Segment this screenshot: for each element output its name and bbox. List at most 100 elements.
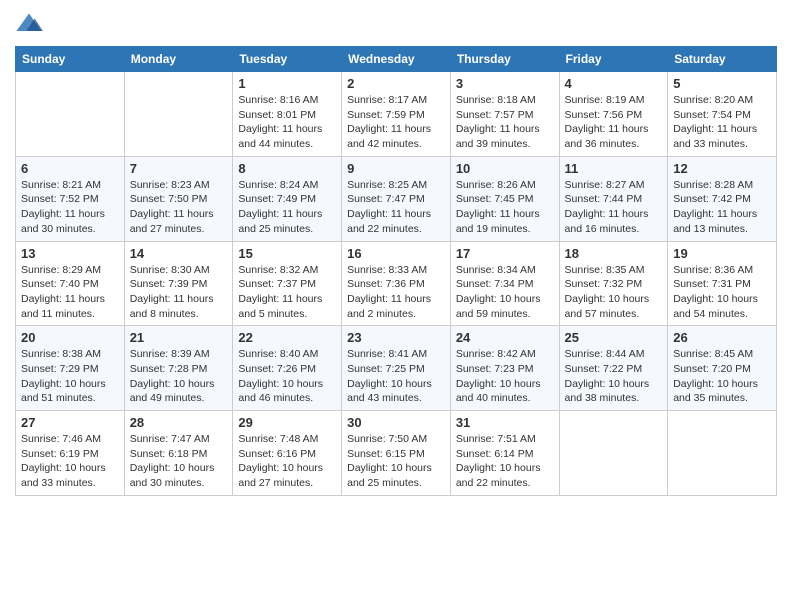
day-info: Sunrise: 8:39 AM Sunset: 7:28 PM Dayligh…: [130, 347, 228, 406]
day-info: Sunrise: 8:16 AM Sunset: 8:01 PM Dayligh…: [238, 93, 336, 152]
calendar-table: SundayMondayTuesdayWednesdayThursdayFrid…: [15, 46, 777, 496]
day-number: 10: [456, 161, 554, 176]
calendar-week-1: 1 Sunrise: 8:16 AM Sunset: 8:01 PM Daylig…: [16, 72, 777, 157]
day-info: Sunrise: 8:40 AM Sunset: 7:26 PM Dayligh…: [238, 347, 336, 406]
day-info: Sunrise: 8:45 AM Sunset: 7:20 PM Dayligh…: [673, 347, 771, 406]
calendar-cell: 2 Sunrise: 8:17 AM Sunset: 7:59 PM Daylig…: [342, 72, 451, 157]
calendar-cell: 12Sunrise: 8:28 AM Sunset: 7:42 PM Dayli…: [668, 156, 777, 241]
day-number: 7: [130, 161, 228, 176]
day-number: 9: [347, 161, 445, 176]
calendar-cell: [559, 411, 668, 496]
day-number: 3: [456, 76, 554, 91]
day-number: 31: [456, 415, 554, 430]
calendar-cell: 5 Sunrise: 8:20 AM Sunset: 7:54 PM Daylig…: [668, 72, 777, 157]
calendar-cell: 19 Sunrise: 8:36 AM Sunset: 7:31 PM Dayli…: [668, 241, 777, 326]
day-info: Sunrise: 8:19 AM Sunset: 7:56 PM Dayligh…: [565, 93, 663, 152]
day-number: 17: [456, 246, 554, 261]
calendar-cell: 8Sunrise: 8:24 AM Sunset: 7:49 PM Daylig…: [233, 156, 342, 241]
calendar-cell: 15 Sunrise: 8:32 AM Sunset: 7:37 PM Dayli…: [233, 241, 342, 326]
day-number: 1: [238, 76, 336, 91]
calendar-cell: 26 Sunrise: 8:45 AM Sunset: 7:20 PM Dayli…: [668, 326, 777, 411]
calendar-cell: [668, 411, 777, 496]
day-number: 15: [238, 246, 336, 261]
calendar-cell: 20 Sunrise: 8:38 AM Sunset: 7:29 PM Dayli…: [16, 326, 125, 411]
day-info: Sunrise: 8:44 AM Sunset: 7:22 PM Dayligh…: [565, 347, 663, 406]
day-info: Sunrise: 8:25 AM Sunset: 7:47 PM Dayligh…: [347, 178, 445, 237]
day-info: Sunrise: 8:17 AM Sunset: 7:59 PM Dayligh…: [347, 93, 445, 152]
day-number: 13: [21, 246, 119, 261]
day-info: Sunrise: 7:50 AM Sunset: 6:15 PM Dayligh…: [347, 432, 445, 491]
calendar-cell: 18 Sunrise: 8:35 AM Sunset: 7:32 PM Dayli…: [559, 241, 668, 326]
calendar-cell: 11 Sunrise: 8:27 AM Sunset: 7:44 PM Dayli…: [559, 156, 668, 241]
calendar-week-2: 6Sunrise: 8:21 AM Sunset: 7:52 PM Daylig…: [16, 156, 777, 241]
calendar-cell: 27 Sunrise: 7:46 AM Sunset: 6:19 PM Dayli…: [16, 411, 125, 496]
day-number: 28: [130, 415, 228, 430]
day-info: Sunrise: 7:48 AM Sunset: 6:16 PM Dayligh…: [238, 432, 336, 491]
calendar-cell: 4 Sunrise: 8:19 AM Sunset: 7:56 PM Daylig…: [559, 72, 668, 157]
day-header-tuesday: Tuesday: [233, 47, 342, 72]
calendar-cell: 13 Sunrise: 8:29 AM Sunset: 7:40 PM Dayli…: [16, 241, 125, 326]
calendar-cell: [124, 72, 233, 157]
day-number: 8: [238, 161, 336, 176]
day-number: 18: [565, 246, 663, 261]
day-number: 2: [347, 76, 445, 91]
day-number: 21: [130, 330, 228, 345]
calendar-cell: 10 Sunrise: 8:26 AM Sunset: 7:45 PM Dayli…: [450, 156, 559, 241]
calendar-cell: 31Sunrise: 7:51 AM Sunset: 6:14 PM Dayli…: [450, 411, 559, 496]
day-info: Sunrise: 8:20 AM Sunset: 7:54 PM Dayligh…: [673, 93, 771, 152]
day-header-thursday: Thursday: [450, 47, 559, 72]
calendar-cell: 25 Sunrise: 8:44 AM Sunset: 7:22 PM Dayli…: [559, 326, 668, 411]
day-number: 19: [673, 246, 771, 261]
day-number: 5: [673, 76, 771, 91]
day-number: 20: [21, 330, 119, 345]
day-info: Sunrise: 8:29 AM Sunset: 7:40 PM Dayligh…: [21, 263, 119, 322]
day-info: Sunrise: 8:41 AM Sunset: 7:25 PM Dayligh…: [347, 347, 445, 406]
calendar-cell: 29Sunrise: 7:48 AM Sunset: 6:16 PM Dayli…: [233, 411, 342, 496]
day-number: 11: [565, 161, 663, 176]
logo: [15, 10, 47, 38]
calendar-cell: 1 Sunrise: 8:16 AM Sunset: 8:01 PM Daylig…: [233, 72, 342, 157]
calendar-cell: 30Sunrise: 7:50 AM Sunset: 6:15 PM Dayli…: [342, 411, 451, 496]
calendar-header: SundayMondayTuesdayWednesdayThursdayFrid…: [16, 47, 777, 72]
day-header-wednesday: Wednesday: [342, 47, 451, 72]
day-info: Sunrise: 8:26 AM Sunset: 7:45 PM Dayligh…: [456, 178, 554, 237]
day-info: Sunrise: 8:33 AM Sunset: 7:36 PM Dayligh…: [347, 263, 445, 322]
calendar-cell: 6Sunrise: 8:21 AM Sunset: 7:52 PM Daylig…: [16, 156, 125, 241]
day-info: Sunrise: 8:23 AM Sunset: 7:50 PM Dayligh…: [130, 178, 228, 237]
calendar-week-5: 27 Sunrise: 7:46 AM Sunset: 6:19 PM Dayli…: [16, 411, 777, 496]
day-info: Sunrise: 8:36 AM Sunset: 7:31 PM Dayligh…: [673, 263, 771, 322]
day-number: 12: [673, 161, 771, 176]
day-number: 22: [238, 330, 336, 345]
day-number: 24: [456, 330, 554, 345]
calendar-cell: 23 Sunrise: 8:41 AM Sunset: 7:25 PM Dayli…: [342, 326, 451, 411]
day-info: Sunrise: 8:34 AM Sunset: 7:34 PM Dayligh…: [456, 263, 554, 322]
calendar-week-4: 20 Sunrise: 8:38 AM Sunset: 7:29 PM Dayli…: [16, 326, 777, 411]
day-number: 26: [673, 330, 771, 345]
day-header-sunday: Sunday: [16, 47, 125, 72]
day-info: Sunrise: 8:35 AM Sunset: 7:32 PM Dayligh…: [565, 263, 663, 322]
day-number: 6: [21, 161, 119, 176]
calendar-cell: 28 Sunrise: 7:47 AM Sunset: 6:18 PM Dayli…: [124, 411, 233, 496]
day-info: Sunrise: 8:30 AM Sunset: 7:39 PM Dayligh…: [130, 263, 228, 322]
day-info: Sunrise: 7:46 AM Sunset: 6:19 PM Dayligh…: [21, 432, 119, 491]
day-number: 25: [565, 330, 663, 345]
day-number: 23: [347, 330, 445, 345]
calendar-cell: 14Sunrise: 8:30 AM Sunset: 7:39 PM Dayli…: [124, 241, 233, 326]
day-info: Sunrise: 8:32 AM Sunset: 7:37 PM Dayligh…: [238, 263, 336, 322]
day-info: Sunrise: 8:27 AM Sunset: 7:44 PM Dayligh…: [565, 178, 663, 237]
day-header-friday: Friday: [559, 47, 668, 72]
calendar-cell: 21 Sunrise: 8:39 AM Sunset: 7:28 PM Dayli…: [124, 326, 233, 411]
day-number: 27: [21, 415, 119, 430]
day-info: Sunrise: 7:47 AM Sunset: 6:18 PM Dayligh…: [130, 432, 228, 491]
day-info: Sunrise: 8:38 AM Sunset: 7:29 PM Dayligh…: [21, 347, 119, 406]
day-header-monday: Monday: [124, 47, 233, 72]
calendar-cell: 7 Sunrise: 8:23 AM Sunset: 7:50 PM Daylig…: [124, 156, 233, 241]
calendar-cell: 3 Sunrise: 8:18 AM Sunset: 7:57 PM Daylig…: [450, 72, 559, 157]
calendar-cell: 17 Sunrise: 8:34 AM Sunset: 7:34 PM Dayli…: [450, 241, 559, 326]
day-info: Sunrise: 8:42 AM Sunset: 7:23 PM Dayligh…: [456, 347, 554, 406]
day-number: 4: [565, 76, 663, 91]
calendar-week-3: 13 Sunrise: 8:29 AM Sunset: 7:40 PM Dayli…: [16, 241, 777, 326]
logo-icon: [15, 10, 43, 38]
calendar-cell: 16Sunrise: 8:33 AM Sunset: 7:36 PM Dayli…: [342, 241, 451, 326]
day-info: Sunrise: 8:18 AM Sunset: 7:57 PM Dayligh…: [456, 93, 554, 152]
